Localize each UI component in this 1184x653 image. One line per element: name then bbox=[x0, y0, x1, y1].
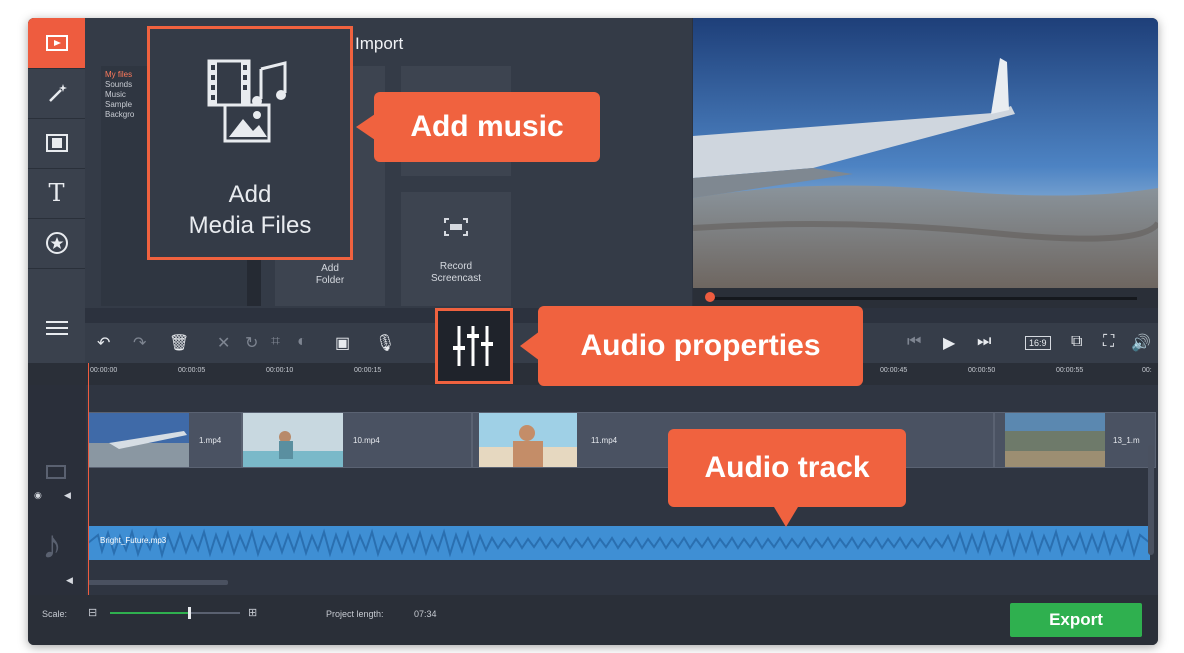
add-media-label-2: Media Files bbox=[188, 212, 312, 239]
equalizer-icon bbox=[453, 326, 493, 366]
ruler-tick: 00:00:15 bbox=[354, 367, 382, 374]
video-track-icon bbox=[46, 465, 66, 479]
menu-icon bbox=[45, 321, 68, 335]
clip-name: 11.mp4 bbox=[591, 436, 618, 445]
video-clip[interactable]: 13_1.m bbox=[994, 412, 1156, 468]
audio-properties-callout: Audio properties bbox=[538, 306, 863, 386]
sidebar-transitions-button[interactable] bbox=[28, 118, 85, 169]
timeline-vertical-scrollbar[interactable] bbox=[1148, 445, 1154, 555]
add-folder-label-2: Folder bbox=[315, 275, 345, 286]
callout-pointer bbox=[520, 331, 540, 361]
ruler-tick: 00: bbox=[1142, 367, 1152, 374]
track-headers: ◉ ◀ ♪ ◀ bbox=[28, 385, 86, 595]
crop-icon[interactable]: ⌗ bbox=[271, 333, 280, 351]
media-files-icon bbox=[207, 59, 287, 143]
timeline: ◉ ◀ ♪ ◀ 1.mp4 10.mp4 11.mp4 13_1.m Brigh… bbox=[28, 385, 1158, 595]
import-title: Import bbox=[355, 34, 404, 53]
image-overlay-icon[interactable]: ▣ bbox=[335, 333, 350, 353]
timeline-scrollbar[interactable] bbox=[88, 580, 228, 585]
magic-wand-icon bbox=[48, 84, 67, 102]
record-label-2: Screencast bbox=[430, 273, 482, 284]
add-media-label-1: Add bbox=[228, 181, 272, 208]
microphone-icon[interactable]: 🎙 bbox=[375, 333, 395, 353]
scale-slider-handle[interactable] bbox=[188, 607, 191, 619]
video-track-mute-icon[interactable]: ◀ bbox=[64, 490, 71, 501]
ruler-tick: 00:00:10 bbox=[266, 367, 294, 374]
callout-pointer bbox=[356, 112, 378, 142]
add-folder-label-1: Add bbox=[321, 263, 339, 274]
project-length-value: 07:34 bbox=[414, 609, 437, 619]
seekbar-handle[interactable] bbox=[705, 292, 715, 302]
detach-preview-icon[interactable]: ⧉ bbox=[1071, 333, 1082, 351]
aspect-ratio-button[interactable]: 16:9 bbox=[1025, 336, 1051, 350]
rotate-icon[interactable]: ↻ bbox=[245, 333, 258, 353]
ruler-tick: 00:00:45 bbox=[880, 367, 908, 374]
ruler-tick: 00:00:00 bbox=[90, 367, 118, 374]
bottom-bar: Scale: ⊟ ⊞ Project length: 07:34 Export bbox=[28, 595, 1158, 645]
add-music-callout: Add music bbox=[374, 92, 600, 162]
sidebar-stickers-button[interactable] bbox=[28, 218, 85, 269]
star-badge-icon bbox=[45, 232, 68, 254]
project-length-label: Project length: bbox=[326, 609, 384, 619]
music-note-icon: ♪ bbox=[42, 523, 62, 567]
scale-label: Scale: bbox=[42, 609, 68, 619]
transitions-icon bbox=[45, 134, 68, 152]
fullscreen-icon[interactable]: ⛶ bbox=[1103, 333, 1114, 351]
video-preview bbox=[693, 18, 1158, 288]
app-window: T Import My files Sounds Music Sample Ba… bbox=[28, 18, 1158, 645]
film-icon bbox=[45, 35, 68, 51]
callout-pointer bbox=[774, 507, 798, 527]
video-clip[interactable]: 1.mp4 bbox=[88, 412, 242, 468]
clip-thumbnail bbox=[243, 413, 343, 467]
audio-properties-button[interactable] bbox=[435, 308, 513, 384]
visibility-icon[interactable]: ◉ bbox=[34, 490, 42, 501]
sidebar-magic-wand-button[interactable] bbox=[28, 68, 85, 119]
clip-thumbnail bbox=[479, 413, 577, 467]
zoom-in-icon[interactable]: ⊞ bbox=[248, 606, 257, 619]
ruler-tick: 00:00:05 bbox=[178, 367, 206, 374]
previous-frame-icon[interactable]: ⏮ bbox=[907, 333, 921, 351]
undo-icon[interactable]: ↶ bbox=[97, 333, 110, 353]
sidebar-import-button[interactable] bbox=[28, 18, 85, 69]
clip-name: 1.mp4 bbox=[199, 436, 222, 445]
titles-icon: T bbox=[48, 179, 65, 207]
audio-track-mute-icon[interactable]: ◀ bbox=[66, 575, 73, 586]
sidebar-more-button[interactable] bbox=[28, 303, 85, 353]
screencast-icon bbox=[444, 218, 468, 236]
preview-seekbar[interactable] bbox=[693, 288, 1158, 308]
add-media-files-button[interactable]: Add Media Files bbox=[147, 26, 353, 260]
color-adjust-icon[interactable]: ◐ bbox=[297, 333, 307, 351]
cut-icon[interactable]: ✕ bbox=[217, 333, 230, 353]
delete-icon[interactable]: 🗑 bbox=[169, 333, 189, 353]
next-frame-icon[interactable]: ⏭ bbox=[977, 333, 991, 351]
play-icon[interactable]: ▶ bbox=[943, 333, 955, 353]
scale-slider-fill bbox=[110, 612, 188, 614]
sidebar: T bbox=[28, 18, 85, 363]
ruler-tick: 00:00:50 bbox=[968, 367, 996, 374]
redo-icon[interactable]: ↷ bbox=[133, 333, 146, 353]
volume-icon[interactable]: 🔊 bbox=[1131, 333, 1151, 353]
video-clip[interactable]: 10.mp4 bbox=[242, 412, 472, 468]
export-button[interactable]: Export bbox=[1010, 603, 1142, 637]
audio-clip[interactable]: Bright_Future.mp3 bbox=[88, 526, 1150, 560]
clip-name: 10.mp4 bbox=[353, 436, 380, 445]
record-label-1: Record bbox=[439, 261, 473, 272]
timeline-playhead[interactable] bbox=[88, 363, 89, 595]
audio-track-callout: Audio track bbox=[668, 429, 906, 507]
record-screencast-tile[interactable]: Record Screencast bbox=[401, 192, 511, 306]
airplane-wing-preview-image bbox=[693, 18, 1158, 288]
ruler-tick: 00:00:55 bbox=[1056, 367, 1084, 374]
audio-waveform bbox=[88, 527, 1150, 559]
clip-name: 13_1.m bbox=[1113, 436, 1140, 445]
clip-thumbnail bbox=[89, 413, 189, 467]
audio-clip-name: Bright_Future.mp3 bbox=[100, 536, 167, 545]
scale-slider[interactable] bbox=[110, 607, 240, 619]
sidebar-titles-button[interactable]: T bbox=[28, 168, 85, 219]
zoom-out-icon[interactable]: ⊟ bbox=[88, 606, 97, 619]
clip-thumbnail bbox=[1005, 413, 1105, 467]
